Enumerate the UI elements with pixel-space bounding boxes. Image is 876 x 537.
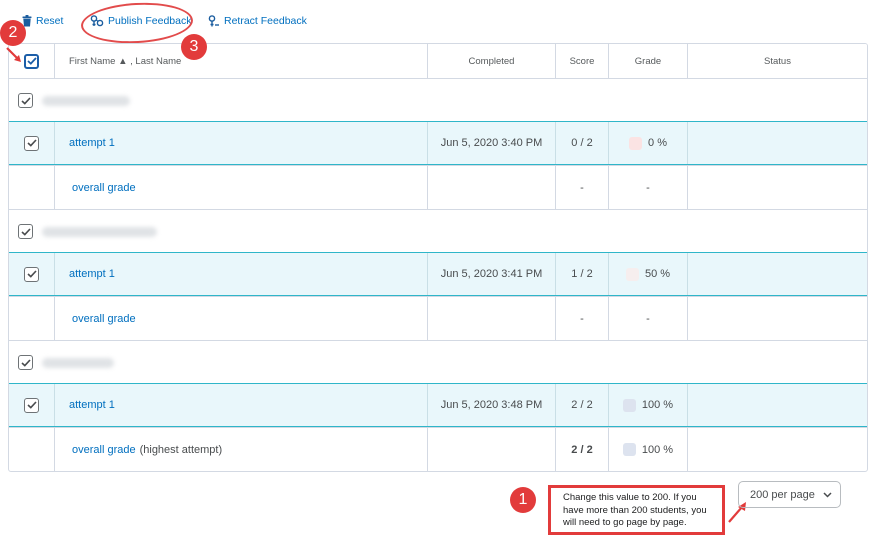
attempt-check-cell	[9, 384, 54, 426]
overall-name-cell: overall grade	[54, 297, 427, 340]
overall-grade-link[interactable]: overall grade	[72, 182, 136, 194]
attempt-checkbox[interactable]	[24, 135, 39, 151]
table-header: First Name ▲ , Last Name Completed Score…	[9, 44, 867, 78]
per-page-select[interactable]: 200 per page	[738, 481, 841, 508]
grades-table: First Name ▲ , Last Name Completed Score…	[8, 43, 868, 472]
student-row	[9, 209, 867, 253]
overall-grade-link[interactable]: overall grade	[72, 313, 136, 325]
attempt-grade: 0 %	[608, 122, 687, 164]
attempt-name-cell: attempt 1	[54, 122, 427, 164]
header-status: Status	[687, 44, 867, 78]
grade-color-swatch	[629, 136, 643, 150]
grade-color-swatch	[625, 267, 639, 281]
student-name-redacted	[42, 227, 157, 237]
header-completed: Completed	[427, 44, 555, 78]
attempt-score: 1 / 2	[555, 253, 608, 295]
student-checkbox[interactable]	[18, 224, 33, 239]
attempt-checkbox[interactable]	[24, 266, 39, 282]
overall-grade: -	[608, 166, 687, 209]
overall-name-cell: overall grade (highest attempt)	[54, 428, 427, 471]
per-page-value: 200 per page	[750, 488, 815, 501]
attempt-score: 2 / 2	[555, 384, 608, 426]
select-all-checkbox[interactable]	[24, 53, 39, 69]
annotation-arrow-2	[6, 47, 21, 62]
student-row	[9, 78, 867, 122]
attempt-status	[687, 253, 867, 295]
annotation-badge-3: 3	[181, 34, 207, 60]
annotation-ellipse	[80, 0, 194, 46]
overall-grade-suffix: (highest attempt)	[139, 443, 223, 456]
overall-grade-link[interactable]: overall grade	[72, 444, 136, 456]
grade-color-swatch	[622, 443, 636, 456]
attempt-link[interactable]: attempt 1	[69, 137, 115, 149]
attempt-grade: 100 %	[608, 384, 687, 426]
retract-feedback-icon	[208, 15, 220, 27]
header-name[interactable]: First Name ▲ , Last Name	[54, 44, 427, 78]
overall-grade: 100 %	[608, 428, 687, 471]
reset-button[interactable]: Reset	[22, 15, 63, 27]
overall-score: -	[555, 297, 608, 340]
attempt-completed: Jun 5, 2020 3:40 PM	[427, 122, 555, 164]
attempt-row: attempt 1 Jun 5, 2020 3:48 PM 2 / 2 100 …	[9, 383, 867, 427]
attempt-link[interactable]: attempt 1	[69, 399, 115, 411]
chevron-down-icon	[823, 489, 832, 501]
retract-feedback-label: Retract Feedback	[224, 15, 307, 27]
attempt-status	[687, 384, 867, 426]
reset-label: Reset	[36, 15, 64, 27]
overall-score: -	[555, 166, 608, 209]
overall-grade-row: overall grade - -	[9, 296, 867, 340]
overall-score: 2 / 2	[555, 428, 608, 471]
attempt-completed: Jun 5, 2020 3:41 PM	[427, 253, 555, 295]
attempt-row: attempt 1 Jun 5, 2020 3:41 PM 1 / 2 50 %	[9, 252, 867, 296]
header-score: Score	[555, 44, 608, 78]
student-name-redacted	[42, 358, 114, 368]
overall-grade-row: overall grade (highest attempt) 2 / 2 100…	[9, 427, 867, 471]
overall-name-cell: overall grade	[54, 166, 427, 209]
overall-grade-row: overall grade - -	[9, 165, 867, 209]
student-checkbox[interactable]	[18, 355, 33, 370]
attempt-link[interactable]: attempt 1	[69, 268, 115, 280]
annotation-note: Change this value to 200. If you have mo…	[548, 485, 725, 535]
attempt-name-cell: attempt 1	[54, 384, 427, 426]
attempt-name-cell: attempt 1	[54, 253, 427, 295]
overall-grade: -	[608, 297, 687, 340]
attempt-score: 0 / 2	[555, 122, 608, 164]
attempt-checkbox[interactable]	[24, 397, 39, 413]
student-row	[9, 340, 867, 384]
annotation-badge-2: 2	[0, 20, 26, 46]
attempt-grade: 50 %	[608, 253, 687, 295]
header-grade: Grade	[608, 44, 687, 78]
student-checkbox[interactable]	[18, 93, 33, 108]
grade-color-swatch	[622, 398, 636, 412]
student-name-redacted	[42, 96, 130, 106]
attempt-row: attempt 1 Jun 5, 2020 3:40 PM 0 / 2 0 %	[9, 121, 867, 165]
retract-feedback-button[interactable]: Retract Feedback	[208, 15, 307, 27]
attempt-completed: Jun 5, 2020 3:48 PM	[427, 384, 555, 426]
attempt-status	[687, 122, 867, 164]
attempt-check-cell	[9, 253, 54, 295]
attempt-check-cell	[9, 122, 54, 164]
annotation-badge-1: 1	[510, 487, 536, 513]
